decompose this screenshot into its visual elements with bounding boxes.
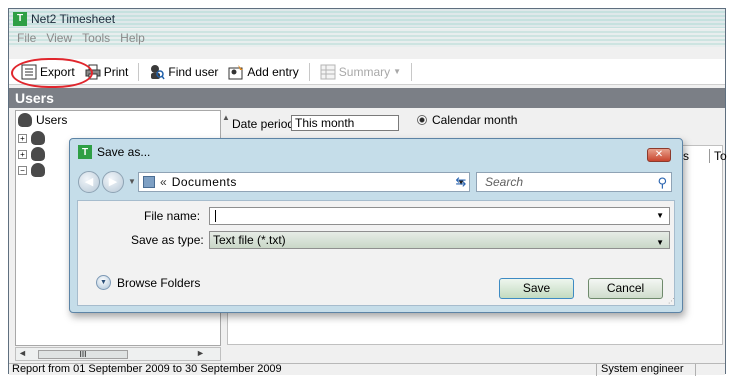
- file-name-field[interactable]: ▼: [209, 207, 670, 225]
- cancel-button[interactable]: Cancel: [588, 278, 663, 299]
- date-period-label: Date period: [232, 117, 295, 131]
- scroll-thumb[interactable]: III: [38, 350, 128, 359]
- menu-view[interactable]: View: [46, 31, 72, 45]
- save-as-type-select[interactable]: Text file (*.txt) ▼: [209, 231, 670, 249]
- tree-root-row[interactable]: Users: [18, 113, 67, 127]
- search-icon[interactable]: ⚲: [657, 175, 667, 191]
- calendar-month-label: Calendar month: [432, 113, 518, 127]
- save-button[interactable]: Save: [499, 278, 574, 299]
- app-logo-icon: T: [13, 11, 27, 26]
- expand-icon[interactable]: +: [18, 133, 27, 143]
- find-user-label: Find user: [168, 64, 219, 79]
- browse-folders-label: Browse Folders: [117, 275, 201, 290]
- scroll-left-arrow-icon[interactable]: ◄: [18, 348, 27, 358]
- add-entry-button[interactable]: Add entry: [224, 62, 302, 82]
- export-highlight-annotation: [11, 58, 93, 88]
- menu-tools[interactable]: Tools: [82, 31, 110, 45]
- dialog-title: Save as...: [97, 145, 151, 159]
- tree-node[interactable]: −: [18, 163, 45, 177]
- user-icon: [31, 163, 45, 177]
- forward-arrow-icon[interactable]: ▶: [102, 171, 124, 193]
- horizontal-scrollbar[interactable]: ◄ III ►: [15, 347, 221, 361]
- user-icon: [31, 131, 45, 145]
- radio-selected-icon[interactable]: [417, 115, 427, 125]
- find-user-button[interactable]: Find user: [145, 62, 222, 82]
- save-as-dialog: T Save as... ✕ ◀ ▶ ▼ « Documents ▼ ⇆ Sea…: [69, 138, 683, 313]
- tree-node[interactable]: +: [18, 131, 45, 145]
- search-placeholder: Search: [485, 175, 524, 189]
- save-as-type-label: Save as type:: [131, 233, 204, 247]
- refresh-icon[interactable]: ⇆: [452, 174, 470, 190]
- close-button[interactable]: ✕: [647, 148, 671, 162]
- menu-help[interactable]: Help: [120, 31, 145, 45]
- dialog-body: File name: ▼ Save as type: Text file (*.…: [77, 200, 675, 306]
- collapse-icon[interactable]: −: [18, 165, 27, 175]
- scroll-up-arrow-icon[interactable]: ▲: [222, 113, 232, 123]
- back-arrow-icon[interactable]: ◀: [78, 171, 100, 193]
- user-role-text: System engineer: [596, 364, 696, 376]
- save-as-type-value: Text file (*.txt): [213, 233, 286, 247]
- file-name-label: File name:: [144, 209, 201, 223]
- app-logo-icon: T: [78, 145, 92, 159]
- user-icon: [31, 147, 45, 161]
- menu-file[interactable]: File: [17, 31, 36, 45]
- folder-icon: [143, 176, 155, 188]
- breadcrumb-documents[interactable]: Documents: [172, 175, 237, 189]
- expand-icon[interactable]: +: [18, 149, 27, 159]
- breadcrumb-chevron[interactable]: «: [160, 175, 167, 189]
- summary-icon: [320, 64, 336, 79]
- grid-column-header[interactable]: s: [683, 149, 689, 163]
- date-period-value: This month: [295, 116, 355, 130]
- summary-dropdown-icon: ▼: [393, 67, 402, 76]
- report-range-text: Report from 01 September 2009 to 30 Sept…: [12, 363, 282, 375]
- address-bar[interactable]: « Documents ▼: [138, 172, 470, 192]
- toolbar-divider: [411, 62, 413, 81]
- add-entry-icon: [228, 64, 244, 79]
- summary-label: Summary: [338, 64, 391, 79]
- search-input[interactable]: Search ⚲: [476, 172, 672, 192]
- browse-folders-toggle[interactable]: ▼ Browse Folders: [96, 275, 200, 290]
- calendar-month-radio[interactable]: Calendar month: [417, 113, 517, 127]
- menu-bar: File View Tools Help: [9, 29, 725, 47]
- toolbar-divider: [308, 62, 310, 81]
- recent-locations-dropdown-icon[interactable]: ▼: [128, 177, 136, 186]
- text-cursor: [215, 210, 216, 222]
- app-window: T Net2 Timesheet File View Tools Help Ex…: [8, 8, 727, 376]
- tree-root-label: Users: [36, 113, 68, 127]
- dialog-title-bar: T Save as...: [78, 145, 150, 159]
- window-title: Net2 Timesheet: [31, 11, 116, 26]
- date-period-select[interactable]: This month: [291, 115, 399, 131]
- find-user-icon: [151, 64, 165, 79]
- scroll-right-arrow-icon[interactable]: ►: [196, 348, 205, 358]
- resize-grip-icon[interactable]: ⋰: [668, 297, 675, 305]
- expand-chevron-icon[interactable]: ▼: [96, 275, 111, 290]
- title-bar: T Net2 Timesheet: [9, 9, 725, 28]
- grid-column-header[interactable]: To: [709, 149, 727, 163]
- save-as-type-dropdown-icon[interactable]: ▼: [656, 235, 664, 251]
- users-group-icon: [18, 113, 32, 127]
- tree-node[interactable]: +: [18, 147, 45, 161]
- toolbar: Export Print Find user Add entry Summary…: [9, 59, 725, 85]
- print-label: Print: [103, 64, 129, 79]
- summary-button[interactable]: Summary ▼: [316, 62, 405, 82]
- status-bar: Report from 01 September 2009 to 30 Sept…: [9, 363, 725, 376]
- file-name-dropdown-icon[interactable]: ▼: [656, 211, 664, 220]
- toolbar-divider: [138, 62, 140, 81]
- add-entry-label: Add entry: [247, 64, 299, 79]
- section-header: Users: [9, 88, 725, 108]
